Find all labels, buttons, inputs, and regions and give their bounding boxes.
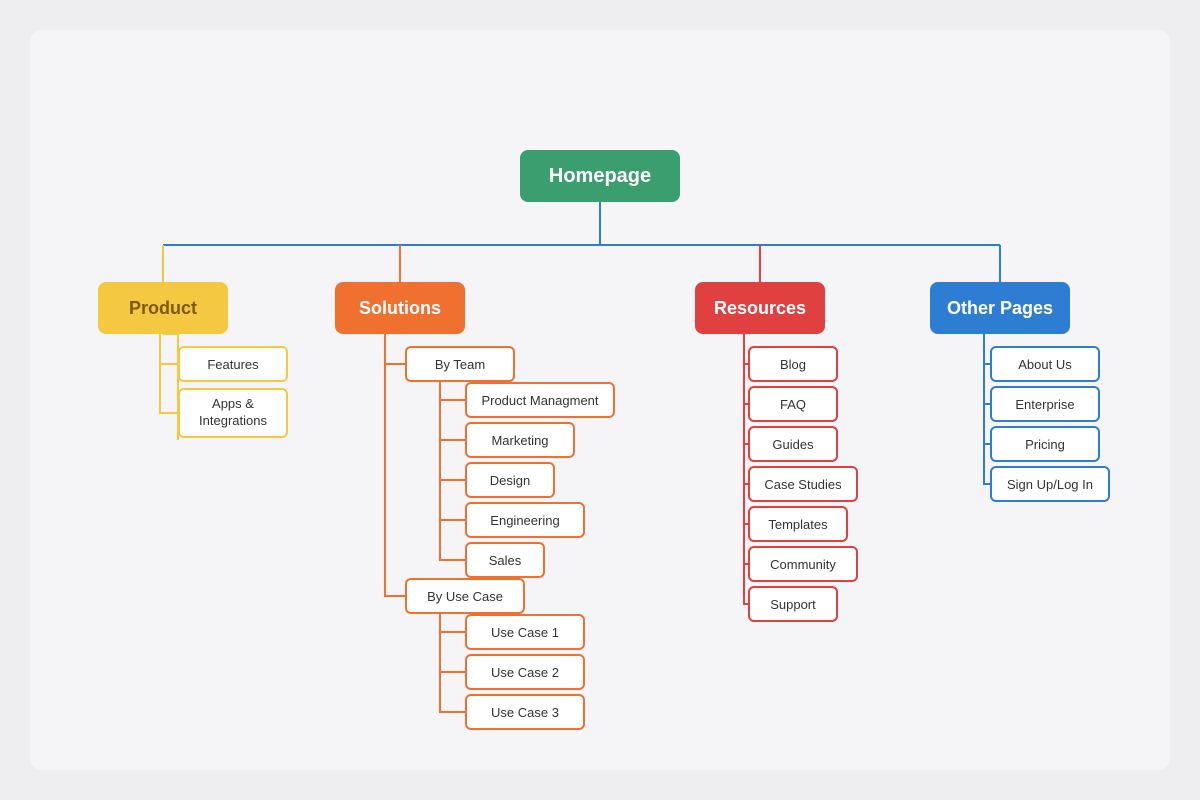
node-otherpages[interactable]: Other Pages xyxy=(930,282,1070,334)
node-homepage[interactable]: Homepage xyxy=(520,150,680,202)
node-byusecase[interactable]: By Use Case xyxy=(405,578,525,614)
node-blog[interactable]: Blog xyxy=(748,346,838,382)
node-aboutus[interactable]: About Us xyxy=(990,346,1100,382)
node-uc2[interactable]: Use Case 2 xyxy=(465,654,585,690)
node-signup[interactable]: Sign Up/Log In xyxy=(990,466,1110,502)
node-design[interactable]: Design xyxy=(465,462,555,498)
node-support[interactable]: Support xyxy=(748,586,838,622)
node-enterprise[interactable]: Enterprise xyxy=(990,386,1100,422)
node-marketing[interactable]: Marketing xyxy=(465,422,575,458)
node-apps[interactable]: Apps & Integrations xyxy=(178,388,288,438)
node-uc1[interactable]: Use Case 1 xyxy=(465,614,585,650)
node-templates[interactable]: Templates xyxy=(748,506,848,542)
node-pm[interactable]: Product Managment xyxy=(465,382,615,418)
node-solutions[interactable]: Solutions xyxy=(335,282,465,334)
node-casestudies[interactable]: Case Studies xyxy=(748,466,858,502)
node-faq[interactable]: FAQ xyxy=(748,386,838,422)
node-byteam[interactable]: By Team xyxy=(405,346,515,382)
node-engineering[interactable]: Engineering xyxy=(465,502,585,538)
node-uc3[interactable]: Use Case 3 xyxy=(465,694,585,730)
node-product[interactable]: Product xyxy=(98,282,228,334)
node-pricing[interactable]: Pricing xyxy=(990,426,1100,462)
node-resources[interactable]: Resources xyxy=(695,282,825,334)
node-features[interactable]: Features xyxy=(178,346,288,382)
node-sales[interactable]: Sales xyxy=(465,542,545,578)
mindmap-canvas: Homepage Product Features Apps & Integra… xyxy=(30,30,1170,770)
node-community[interactable]: Community xyxy=(748,546,858,582)
node-guides[interactable]: Guides xyxy=(748,426,838,462)
